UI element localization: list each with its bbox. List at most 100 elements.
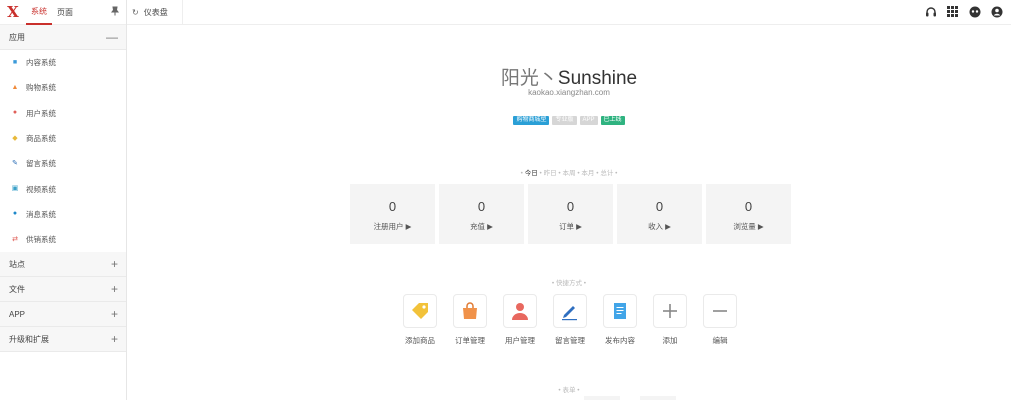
- status-badge: 已上线: [600, 116, 625, 125]
- table-stub: [640, 396, 676, 400]
- period-option[interactable]: 总计: [600, 170, 613, 177]
- menu-group-app[interactable]: APP +: [0, 302, 126, 328]
- stat-card[interactable]: 0 注册用户 ▶: [350, 184, 435, 244]
- sidebar-item[interactable]: ● 用户系统: [0, 101, 126, 126]
- bag-icon: ▲: [11, 83, 19, 91]
- plus-icon[interactable]: [653, 294, 687, 328]
- quick-action[interactable]: 订单管理: [453, 294, 487, 346]
- exchange-icon: ⇄: [12, 235, 18, 243]
- quick-action-label: 用户管理: [505, 336, 535, 345]
- logo[interactable]: X: [0, 0, 26, 25]
- sidebar-header: X 系统 页面: [0, 0, 126, 25]
- refresh-icon[interactable]: ↻: [132, 8, 139, 17]
- minus-icon[interactable]: [703, 294, 737, 328]
- quick-action-label: 留言管理: [555, 336, 585, 345]
- stat-value: 0: [655, 199, 664, 214]
- period-option[interactable]: 本月: [581, 170, 594, 177]
- expand-icon[interactable]: +: [111, 333, 118, 345]
- stat-value: 0: [744, 199, 753, 214]
- stat-label: 注册用户 ▶: [373, 222, 412, 231]
- stat-card[interactable]: 0 浏览量 ▶: [706, 184, 791, 244]
- menu-group-apps[interactable]: 应用 —: [0, 25, 126, 50]
- pin-icon[interactable]: [110, 6, 120, 19]
- expand-icon[interactable]: +: [111, 308, 118, 320]
- quick-action-label: 发布内容: [605, 336, 635, 345]
- quick-action[interactable]: 添加商品: [403, 294, 437, 346]
- expand-icon[interactable]: +: [111, 258, 118, 270]
- sidebar-item-label: 视频系统: [26, 184, 56, 194]
- quick-action-label: 添加: [662, 336, 678, 345]
- collapse-icon[interactable]: —: [106, 31, 118, 43]
- sidebar-item[interactable]: ◆ 商品系统: [0, 126, 126, 151]
- status-badge: 专业版: [552, 116, 577, 125]
- menu-group-label: APP: [9, 309, 26, 319]
- top-bar: ↻ 仪表盘: [127, 0, 1011, 25]
- menu-group-files[interactable]: 文件 +: [0, 277, 126, 303]
- tab-system[interactable]: 系统: [26, 0, 52, 25]
- dashboard-main: 阳光丶Sunshine kaokao.xiangzhan.com 购物商城型 专业…: [127, 25, 1011, 400]
- quick-action[interactable]: 添加: [653, 294, 687, 346]
- menu-group-label: 升级和扩展: [9, 334, 49, 344]
- sidebar-item[interactable]: ▲ 购物系统: [0, 75, 126, 100]
- tag-icon: ◆: [12, 134, 18, 142]
- sidebar-item-label: 供销系统: [26, 235, 56, 245]
- period-option[interactable]: 本周: [563, 170, 576, 177]
- sidebar-item[interactable]: ▣ 视频系统: [0, 176, 126, 201]
- sidebar-item-label: 留言系统: [26, 159, 56, 169]
- status-badge: 购物商城型: [513, 116, 550, 125]
- menu-group-label: 应用: [9, 32, 25, 42]
- menu-group-upgrade[interactable]: 升级和扩展 +: [0, 327, 126, 353]
- table-stub: [584, 396, 620, 400]
- robot-icon[interactable]: [968, 5, 981, 18]
- menu-group-sites[interactable]: 站点 +: [0, 252, 126, 278]
- quick-title: • 快捷方式 •: [551, 280, 587, 287]
- stat-label: 订单 ▶: [559, 222, 582, 231]
- sidebar-item[interactable]: ● 消息系统: [0, 202, 126, 227]
- quick-action[interactable]: 留言管理: [553, 294, 587, 346]
- stat-card[interactable]: 0 收入 ▶: [617, 184, 702, 244]
- stat-label: 充值 ▶: [470, 222, 493, 231]
- quick-action-label: 编辑: [712, 336, 728, 345]
- badge-row: 购物商城型 专业版 APP 已上线: [127, 116, 1011, 125]
- stat-card[interactable]: 0 订单 ▶: [528, 184, 613, 244]
- period-option[interactable]: 今日: [525, 170, 538, 177]
- stat-value: 0: [388, 199, 397, 214]
- user-icon: ●: [12, 109, 18, 117]
- period-option[interactable]: 昨日: [544, 170, 557, 177]
- headset-icon[interactable]: [924, 5, 937, 18]
- bag-icon[interactable]: [453, 294, 487, 328]
- drop-icon: ●: [12, 210, 18, 218]
- site-title-cn: 阳光丶: [500, 67, 558, 89]
- stat-label: 浏览量 ▶: [733, 222, 764, 231]
- tab-dashboard-label: 仪表盘: [143, 8, 168, 17]
- sidebar-item-label: 购物系统: [26, 83, 56, 93]
- sidebar-item-label: 消息系统: [26, 209, 56, 219]
- tag-icon[interactable]: [403, 294, 437, 328]
- expand-icon[interactable]: +: [111, 283, 118, 295]
- account-icon[interactable]: [990, 5, 1003, 18]
- tab-dashboard[interactable]: ↻ 仪表盘: [127, 0, 183, 25]
- doc-icon[interactable]: [603, 294, 637, 328]
- sidebar-item[interactable]: ⇄ 供销系统: [0, 227, 126, 252]
- site-domain: kaokao.xiangzhan.com: [528, 88, 610, 97]
- grid-icon[interactable]: [946, 5, 959, 18]
- table-title: • 表单 •: [558, 387, 580, 394]
- quick-action[interactable]: 发布内容: [603, 294, 637, 346]
- stat-value: 0: [566, 199, 575, 214]
- quick-action[interactable]: 用户管理: [503, 294, 537, 346]
- sidebar: X 系统 页面 应用 — ■ 内容系统 ▲ 购物系统 ● 用户系统 ◆ 商品系统 ✎ 留言系统 ▣ 视…: [0, 0, 127, 400]
- sidebar-item-label: 用户系统: [26, 108, 56, 118]
- user-icon[interactable]: [503, 294, 537, 328]
- stat-card[interactable]: 0 充值 ▶: [439, 184, 524, 244]
- status-badge: APP: [579, 116, 598, 125]
- quick-action[interactable]: 编辑: [703, 294, 737, 346]
- tab-pages[interactable]: 页面: [52, 0, 78, 25]
- quick-actions: 添加商品 订单管理 用户管理 留言管理 发布内容 添加 编辑: [403, 294, 737, 346]
- doc-icon: ■: [12, 58, 18, 66]
- pen-icon[interactable]: [553, 294, 587, 328]
- pen-icon: ✎: [12, 159, 18, 167]
- sidebar-item[interactable]: ■ 内容系统: [0, 50, 126, 75]
- sidebar-item[interactable]: ✎ 留言系统: [0, 151, 126, 176]
- menu-group-label: 站点: [9, 259, 25, 269]
- quick-action-label: 添加商品: [405, 336, 435, 345]
